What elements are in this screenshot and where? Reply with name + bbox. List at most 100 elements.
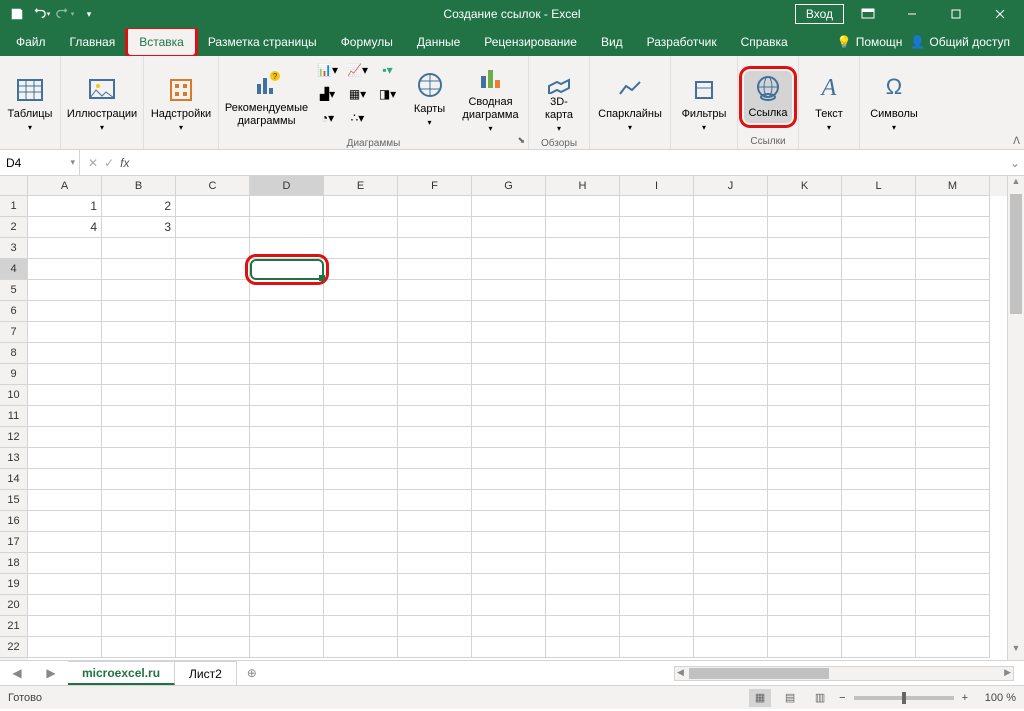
cell-I22[interactable] xyxy=(620,637,694,658)
cell-H5[interactable] xyxy=(546,280,620,301)
cell-H14[interactable] xyxy=(546,469,620,490)
cell-F11[interactable] xyxy=(398,406,472,427)
cell-I7[interactable] xyxy=(620,322,694,343)
cell-B17[interactable] xyxy=(102,532,176,553)
cell-B4[interactable] xyxy=(102,259,176,280)
cell-M9[interactable] xyxy=(916,364,990,385)
col-header-I[interactable]: I xyxy=(620,176,694,196)
signin-button[interactable]: Вход xyxy=(795,4,844,24)
pivot-chart-button[interactable]: Сводная диаграмма▾ xyxy=(458,60,524,136)
cell-C13[interactable] xyxy=(176,448,250,469)
cell-M1[interactable] xyxy=(916,196,990,217)
chart-line-icon[interactable]: 📈▾ xyxy=(344,63,372,85)
tab-nav-prev[interactable]: ◀ xyxy=(0,661,34,685)
cell-H20[interactable] xyxy=(546,595,620,616)
tab-formulas[interactable]: Формулы xyxy=(329,28,405,56)
cell-D21[interactable] xyxy=(250,616,324,637)
cell-M4[interactable] xyxy=(916,259,990,280)
cell-K11[interactable] xyxy=(768,406,842,427)
chart-surface-icon[interactable]: ◨▾ xyxy=(374,87,402,109)
cell-M10[interactable] xyxy=(916,385,990,406)
cell-M22[interactable] xyxy=(916,637,990,658)
cell-E12[interactable] xyxy=(324,427,398,448)
row-header-16[interactable]: 16 xyxy=(0,511,28,532)
cell-K18[interactable] xyxy=(768,553,842,574)
row-header-12[interactable]: 12 xyxy=(0,427,28,448)
cell-E8[interactable] xyxy=(324,343,398,364)
cell-E2[interactable] xyxy=(324,217,398,238)
cell-H21[interactable] xyxy=(546,616,620,637)
cell-C10[interactable] xyxy=(176,385,250,406)
cell-L19[interactable] xyxy=(842,574,916,595)
filters-button[interactable]: Фильтры▾ xyxy=(677,72,731,135)
cell-I14[interactable] xyxy=(620,469,694,490)
col-header-K[interactable]: K xyxy=(768,176,842,196)
tab-nav-next[interactable]: ▶ xyxy=(34,661,68,685)
cell-B22[interactable] xyxy=(102,637,176,658)
cell-L8[interactable] xyxy=(842,343,916,364)
chart-hierarchy-icon[interactable]: ▦▾ xyxy=(344,87,372,109)
cell-A4[interactable] xyxy=(28,259,102,280)
cell-L22[interactable] xyxy=(842,637,916,658)
cell-D14[interactable] xyxy=(250,469,324,490)
cell-I16[interactable] xyxy=(620,511,694,532)
cell-G10[interactable] xyxy=(472,385,546,406)
qat-customize-icon[interactable]: ▾ xyxy=(78,3,100,25)
cell-E1[interactable] xyxy=(324,196,398,217)
cell-E4[interactable] xyxy=(324,259,398,280)
cell-L21[interactable] xyxy=(842,616,916,637)
cell-F17[interactable] xyxy=(398,532,472,553)
cell-K19[interactable] xyxy=(768,574,842,595)
cell-B14[interactable] xyxy=(102,469,176,490)
cell-D2[interactable] xyxy=(250,217,324,238)
tab-view[interactable]: Вид xyxy=(589,28,635,56)
cell-F3[interactable] xyxy=(398,238,472,259)
row-header-4[interactable]: 4 xyxy=(0,259,28,280)
cell-L7[interactable] xyxy=(842,322,916,343)
cell-D13[interactable] xyxy=(250,448,324,469)
cell-A6[interactable] xyxy=(28,301,102,322)
undo-icon[interactable]: ▾ xyxy=(30,3,52,25)
cell-L1[interactable] xyxy=(842,196,916,217)
cell-A16[interactable] xyxy=(28,511,102,532)
cell-J20[interactable] xyxy=(694,595,768,616)
zoom-level[interactable]: 100 % xyxy=(976,692,1016,704)
cell-D18[interactable] xyxy=(250,553,324,574)
cell-I17[interactable] xyxy=(620,532,694,553)
cell-E5[interactable] xyxy=(324,280,398,301)
cell-E20[interactable] xyxy=(324,595,398,616)
cell-M17[interactable] xyxy=(916,532,990,553)
cell-C18[interactable] xyxy=(176,553,250,574)
cell-F1[interactable] xyxy=(398,196,472,217)
cell-D9[interactable] xyxy=(250,364,324,385)
zoom-slider[interactable] xyxy=(854,696,954,700)
cell-H22[interactable] xyxy=(546,637,620,658)
cell-K21[interactable] xyxy=(768,616,842,637)
redo-icon[interactable]: ▾ xyxy=(54,3,76,25)
cell-E9[interactable] xyxy=(324,364,398,385)
cell-J8[interactable] xyxy=(694,343,768,364)
cell-A9[interactable] xyxy=(28,364,102,385)
cell-A17[interactable] xyxy=(28,532,102,553)
cell-K3[interactable] xyxy=(768,238,842,259)
cell-F22[interactable] xyxy=(398,637,472,658)
cell-E21[interactable] xyxy=(324,616,398,637)
cell-L10[interactable] xyxy=(842,385,916,406)
cell-H15[interactable] xyxy=(546,490,620,511)
cell-B15[interactable] xyxy=(102,490,176,511)
cell-G1[interactable] xyxy=(472,196,546,217)
row-header-22[interactable]: 22 xyxy=(0,637,28,658)
chart-pie-icon[interactable]: ◔▾ xyxy=(314,111,342,133)
cell-K2[interactable] xyxy=(768,217,842,238)
cell-G8[interactable] xyxy=(472,343,546,364)
cell-M8[interactable] xyxy=(916,343,990,364)
row-header-1[interactable]: 1 xyxy=(0,196,28,217)
cell-E15[interactable] xyxy=(324,490,398,511)
cell-I1[interactable] xyxy=(620,196,694,217)
tables-button[interactable]: Таблицы▾ xyxy=(6,72,54,135)
cell-J12[interactable] xyxy=(694,427,768,448)
cell-G3[interactable] xyxy=(472,238,546,259)
cell-C22[interactable] xyxy=(176,637,250,658)
cell-L15[interactable] xyxy=(842,490,916,511)
cell-M15[interactable] xyxy=(916,490,990,511)
